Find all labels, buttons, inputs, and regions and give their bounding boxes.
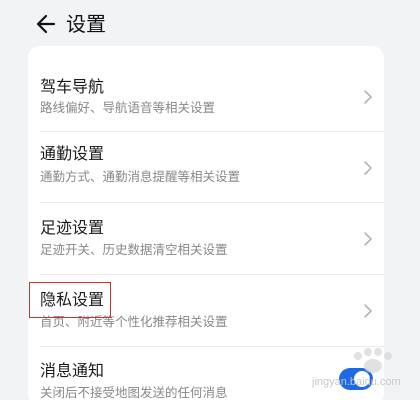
settings-item-notifications: 消息通知 关闭后不接受地图发送的任何消息: [28, 347, 384, 400]
settings-item-desc: 足迹开关、历史数据清空相关设置: [40, 242, 228, 257]
settings-item-footprint[interactable]: 足迹设置 足迹开关、历史数据清空相关设置: [28, 203, 384, 275]
settings-item-desc: 首页、附近等个性化推荐相关设置: [40, 314, 228, 329]
chevron-right-icon: [364, 232, 372, 246]
settings-item-drive-navigation[interactable]: 驾车导航 路线偏好、导航语音等相关设置: [28, 46, 384, 118]
settings-item-label: 通勤设置: [40, 144, 105, 163]
settings-item-label: 足迹设置: [40, 218, 105, 237]
settings-item-privacy[interactable]: 隐私设置 首页、附近等个性化推荐相关设置: [28, 275, 384, 347]
watermark-text: jingyan.baidu.com: [312, 376, 401, 388]
chevron-right-icon: [364, 304, 372, 318]
settings-item-desc: 通勤方式、通勤消息提醒等相关设置: [40, 169, 241, 184]
settings-item-desc: 关闭后不接受地图发送的任何消息: [40, 385, 228, 400]
page-title: 设置: [66, 12, 106, 36]
back-button[interactable]: [34, 12, 58, 36]
settings-item-commute[interactable]: 通勤设置 通勤方式、通勤消息提醒等相关设置: [28, 132, 384, 204]
settings-item-desc: 路线偏好、导航语音等相关设置: [40, 100, 216, 115]
header-bar: 设置: [0, 0, 420, 48]
settings-item-label: 隐私设置: [40, 290, 105, 309]
chevron-right-icon: [364, 161, 372, 175]
settings-item-label: 驾车导航: [40, 77, 105, 96]
chevron-right-icon: [364, 90, 372, 104]
settings-item-label: 消息通知: [40, 361, 105, 380]
arrow-left-icon: [36, 14, 56, 34]
settings-card: 驾车导航 路线偏好、导航语音等相关设置 通勤设置 通勤方式、通勤消息提醒等相关设…: [28, 46, 384, 400]
